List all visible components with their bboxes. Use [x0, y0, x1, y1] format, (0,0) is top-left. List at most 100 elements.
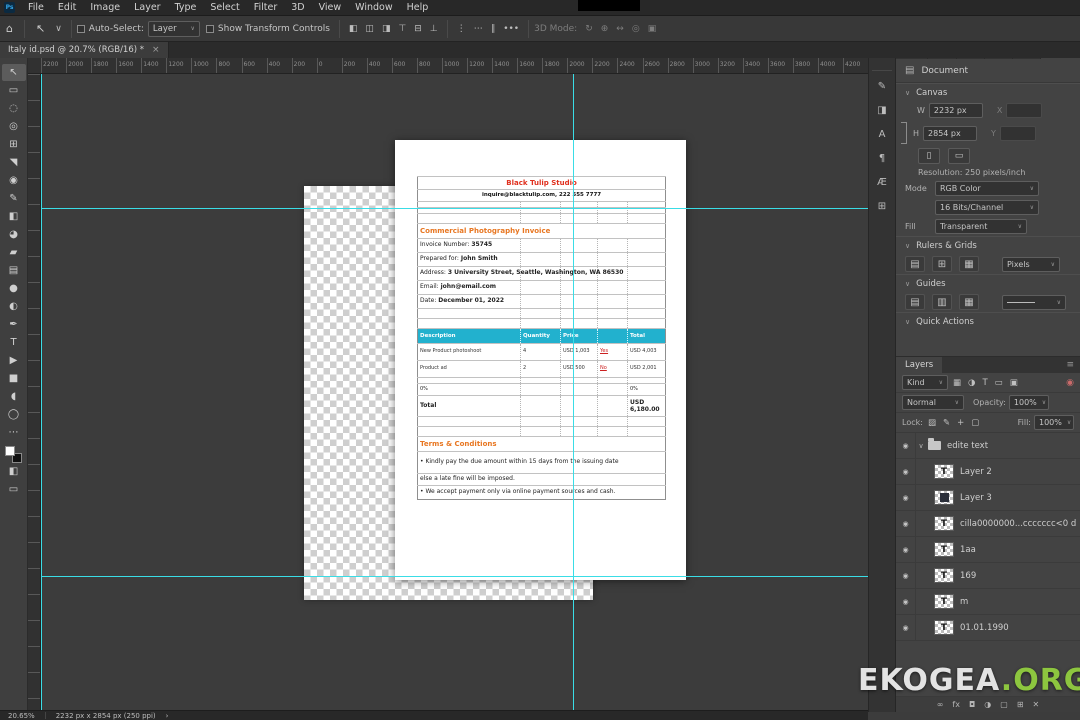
edit-toolbar-icon[interactable]: ⋯: [2, 424, 26, 441]
layer-visibility-eye-icon[interactable]: ◉: [896, 537, 916, 562]
status-arrow-icon[interactable]: ›: [166, 712, 169, 720]
blend-mode-select[interactable]: Normal ∨: [902, 395, 964, 410]
align-bottom-edges-icon[interactable]: ⊥: [426, 24, 442, 34]
3d-orbit-icon[interactable]: ↻: [581, 24, 597, 34]
path-selection-tool[interactable]: ▶: [2, 352, 26, 369]
3d-scale-icon[interactable]: ▣: [644, 24, 661, 34]
clear-guides-icon[interactable]: ▦: [959, 294, 979, 310]
hand-tool[interactable]: ◖: [2, 388, 26, 405]
zoom-level-field[interactable]: 20.65%: [8, 712, 35, 720]
clone-stamp-tool[interactable]: ◧: [2, 208, 26, 225]
align-top-edges-icon[interactable]: ⊤: [394, 24, 410, 34]
filter-adjustment-layers-icon[interactable]: ◑: [966, 378, 977, 388]
move-tool-preset-icon[interactable]: ↖: [30, 22, 51, 35]
align-horizontal-centers-icon[interactable]: ◫: [361, 24, 378, 34]
3d-slide-icon[interactable]: ◎: [628, 24, 644, 34]
guide-vertical-center[interactable]: [573, 74, 574, 712]
lock-image-pixels-icon[interactable]: ✎: [941, 418, 952, 428]
align-vertical-centers-icon[interactable]: ⊟: [410, 24, 426, 34]
horizontal-ruler[interactable]: 2200 2000 1800 1600 1400 1200 1000 800 600 400 200…: [41, 58, 868, 74]
paragraph-panel-icon[interactable]: ¶: [871, 148, 893, 169]
layer-row[interactable]: ◉ Layer 3: [896, 485, 1080, 511]
distribute-horizontal-icon[interactable]: ⋯: [470, 24, 487, 34]
layer-visibility-eye-icon[interactable]: ◉: [896, 485, 916, 510]
history-brush-tool[interactable]: ◕: [2, 226, 26, 243]
canvas-fill-select[interactable]: Transparent ∨: [935, 219, 1027, 234]
menu-item[interactable]: Image: [83, 0, 127, 15]
auto-select-checkbox[interactable]: Auto-Select:: [76, 24, 148, 34]
layer-visibility-eye-icon[interactable]: ◉: [896, 589, 916, 614]
guide-style-select[interactable]: ∨: [1002, 294, 1066, 310]
lock-position-icon[interactable]: +: [955, 418, 966, 428]
canvas-height-field[interactable]: 2854 px: [923, 125, 978, 141]
brush-tool[interactable]: ✎: [2, 190, 26, 207]
filter-type-layers-icon[interactable]: T: [980, 378, 989, 388]
menu-item[interactable]: File: [21, 0, 51, 15]
section-rulers-grids[interactable]: ∨ Rulers & Grids: [896, 236, 1080, 254]
layer-row[interactable]: ◉ T cilla0000000...ccccccc<0 d: [896, 511, 1080, 537]
new-guide-layout-icon[interactable]: ▤: [905, 294, 925, 310]
layer-visibility-eye-icon[interactable]: ◉: [896, 511, 916, 536]
brush-settings-panel-icon[interactable]: ✎: [871, 76, 893, 97]
3d-roll-icon[interactable]: ⊕: [597, 24, 613, 34]
layer-group-row[interactable]: ◉ ∨ edite text: [896, 433, 1080, 459]
bit-depth-select[interactable]: 16 Bits/Channel ∨: [935, 200, 1039, 215]
toggle-rulers-icon[interactable]: ▤: [905, 256, 925, 272]
move-tool[interactable]: ↖: [1, 64, 26, 81]
eraser-tool[interactable]: ▰: [2, 244, 26, 261]
character-panel-icon[interactable]: A: [871, 124, 893, 145]
type-tool[interactable]: T: [2, 334, 26, 351]
canvas-width-field[interactable]: 2232 px: [928, 103, 983, 118]
layer-visibility-eye-icon[interactable]: ◉: [896, 615, 916, 640]
link-layers-icon[interactable]: ∞: [937, 700, 944, 709]
dodge-tool[interactable]: ◐: [2, 298, 26, 315]
menu-item[interactable]: Edit: [51, 0, 83, 15]
clone-source-panel-icon[interactable]: ◨: [871, 100, 893, 121]
canvas-area[interactable]: Black Tulip Studio inquire@blacktulip.co…: [41, 74, 868, 712]
home-icon[interactable]: ⌂: [0, 22, 19, 35]
foreground-color-swatch[interactable]: [5, 446, 15, 456]
layer-row[interactable]: ◉ T 1aa: [896, 537, 1080, 563]
gradient-tool[interactable]: ▤: [2, 262, 26, 279]
layer-visibility-eye-icon[interactable]: ◉: [896, 563, 916, 588]
lock-all-icon[interactable]: ▢: [969, 418, 981, 428]
group-expand-chevron-icon[interactable]: ∨: [916, 442, 926, 450]
crop-tool[interactable]: ⊞: [2, 136, 26, 153]
color-mode-select[interactable]: RGB Color ∨: [935, 181, 1039, 196]
opacity-select[interactable]: 100% ∨: [1008, 395, 1049, 410]
quick-mask-mode-icon[interactable]: ◧: [2, 463, 26, 480]
align-right-edges-icon[interactable]: ◨: [378, 24, 395, 34]
glyphs-panel-icon[interactable]: Æ: [871, 172, 893, 193]
menu-item[interactable]: Layer: [127, 0, 168, 15]
guide-horizontal-bottom[interactable]: [41, 576, 868, 577]
filter-shape-layers-icon[interactable]: ▭: [993, 378, 1005, 388]
menu-item[interactable]: Type: [168, 0, 204, 15]
toggle-grid-icon[interactable]: ⊞: [932, 256, 952, 272]
link-dimensions-icon[interactable]: [901, 122, 907, 144]
foreground-background-colors[interactable]: [5, 446, 22, 463]
menu-item[interactable]: 3D: [284, 0, 311, 15]
layer-effects-icon[interactable]: fx: [952, 700, 960, 709]
align-left-edges-icon[interactable]: ◧: [345, 24, 362, 34]
screen-mode-icon[interactable]: ▭: [2, 481, 26, 498]
portrait-orientation-button[interactable]: ▯: [918, 148, 940, 164]
document-tab[interactable]: Italy id.psd @ 20.7% (RGB/16) * ×: [0, 42, 169, 58]
vertical-ruler[interactable]: [28, 74, 41, 712]
show-transform-controls-checkbox[interactable]: Show Transform Controls: [205, 24, 334, 34]
pen-tool[interactable]: ✒: [2, 316, 26, 333]
guide-horizontal-top[interactable]: [41, 208, 868, 209]
section-guides[interactable]: ∨ Guides: [896, 274, 1080, 292]
3d-pan-icon[interactable]: ↔: [612, 24, 628, 34]
menu-item[interactable]: Filter: [247, 0, 285, 15]
guide-vertical-left[interactable]: [41, 74, 42, 712]
marquee-tool[interactable]: ▭: [2, 82, 26, 99]
eyedropper-tool[interactable]: ◥: [2, 154, 26, 171]
add-layer-mask-icon[interactable]: ◘: [969, 700, 975, 709]
quick-selection-tool[interactable]: ◎: [2, 118, 26, 135]
tab-layers[interactable]: Layers: [896, 357, 943, 373]
new-layer-icon[interactable]: ⊞: [1017, 700, 1024, 709]
menu-item[interactable]: View: [312, 0, 349, 15]
zoom-tool[interactable]: ◯: [2, 406, 26, 423]
layer-visibility-eye-icon[interactable]: ◉: [896, 459, 916, 484]
toggle-pixel-grid-icon[interactable]: ▦: [959, 256, 979, 272]
